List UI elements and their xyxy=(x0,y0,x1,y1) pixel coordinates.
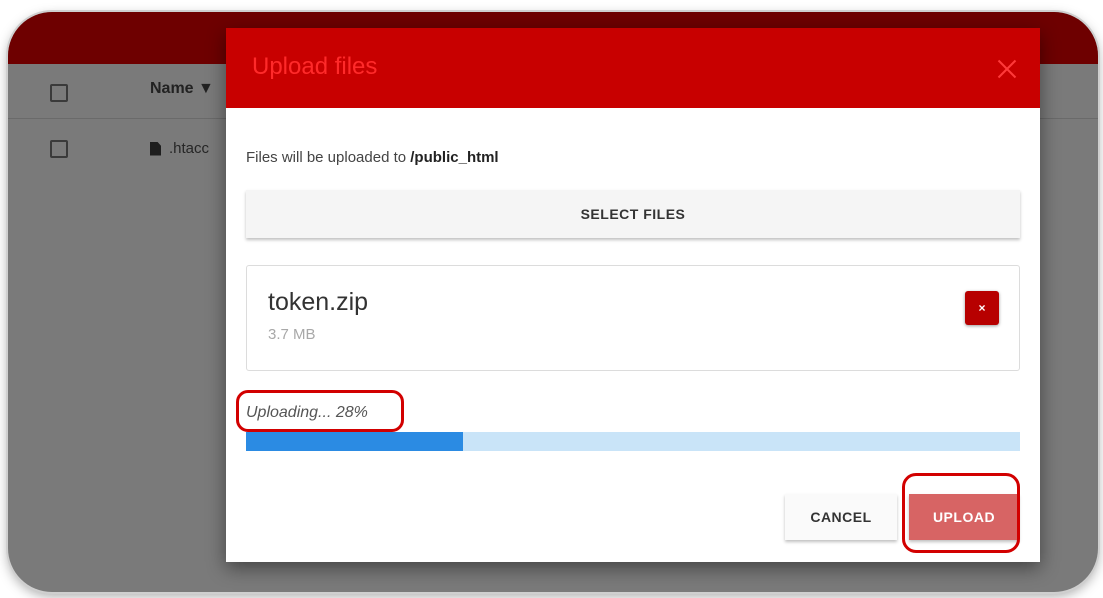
destination-prefix: Files will be uploaded to xyxy=(246,149,411,166)
dialog-title: Upload files xyxy=(252,53,378,80)
destination-path: /public_html xyxy=(410,149,499,166)
cancel-button[interactable]: CANCEL xyxy=(785,494,897,540)
select-all-checkbox[interactable] xyxy=(50,84,68,102)
selected-file-size: 3.7 MB xyxy=(268,326,316,343)
row-checkbox[interactable] xyxy=(50,140,68,158)
upload-destination: Files will be uploaded to /public_html xyxy=(246,149,499,166)
remove-icon: × xyxy=(978,301,986,315)
upload-status-text: Uploading... 28% xyxy=(246,404,368,421)
dialog-header: Upload files xyxy=(226,28,1040,108)
file-icon xyxy=(150,141,161,156)
select-files-button[interactable]: SELECT FILES xyxy=(246,190,1020,238)
selected-file-name: token.zip xyxy=(268,288,369,316)
close-icon[interactable] xyxy=(996,58,1018,80)
file-list-item-name: .htacc xyxy=(169,140,210,157)
remove-file-button[interactable]: × xyxy=(965,291,999,325)
upload-progress-fill xyxy=(246,432,463,451)
upload-dialog: Upload files Files will be uploaded to /… xyxy=(226,28,1040,562)
name-column-header[interactable]: Name ▼ xyxy=(150,80,214,98)
upload-annotation-outline xyxy=(902,473,1020,553)
upload-progress-bar xyxy=(246,432,1020,451)
selected-file-card: token.zip 3.7 MB × xyxy=(246,265,1020,371)
file-list-item[interactable]: .htacc xyxy=(150,140,209,157)
